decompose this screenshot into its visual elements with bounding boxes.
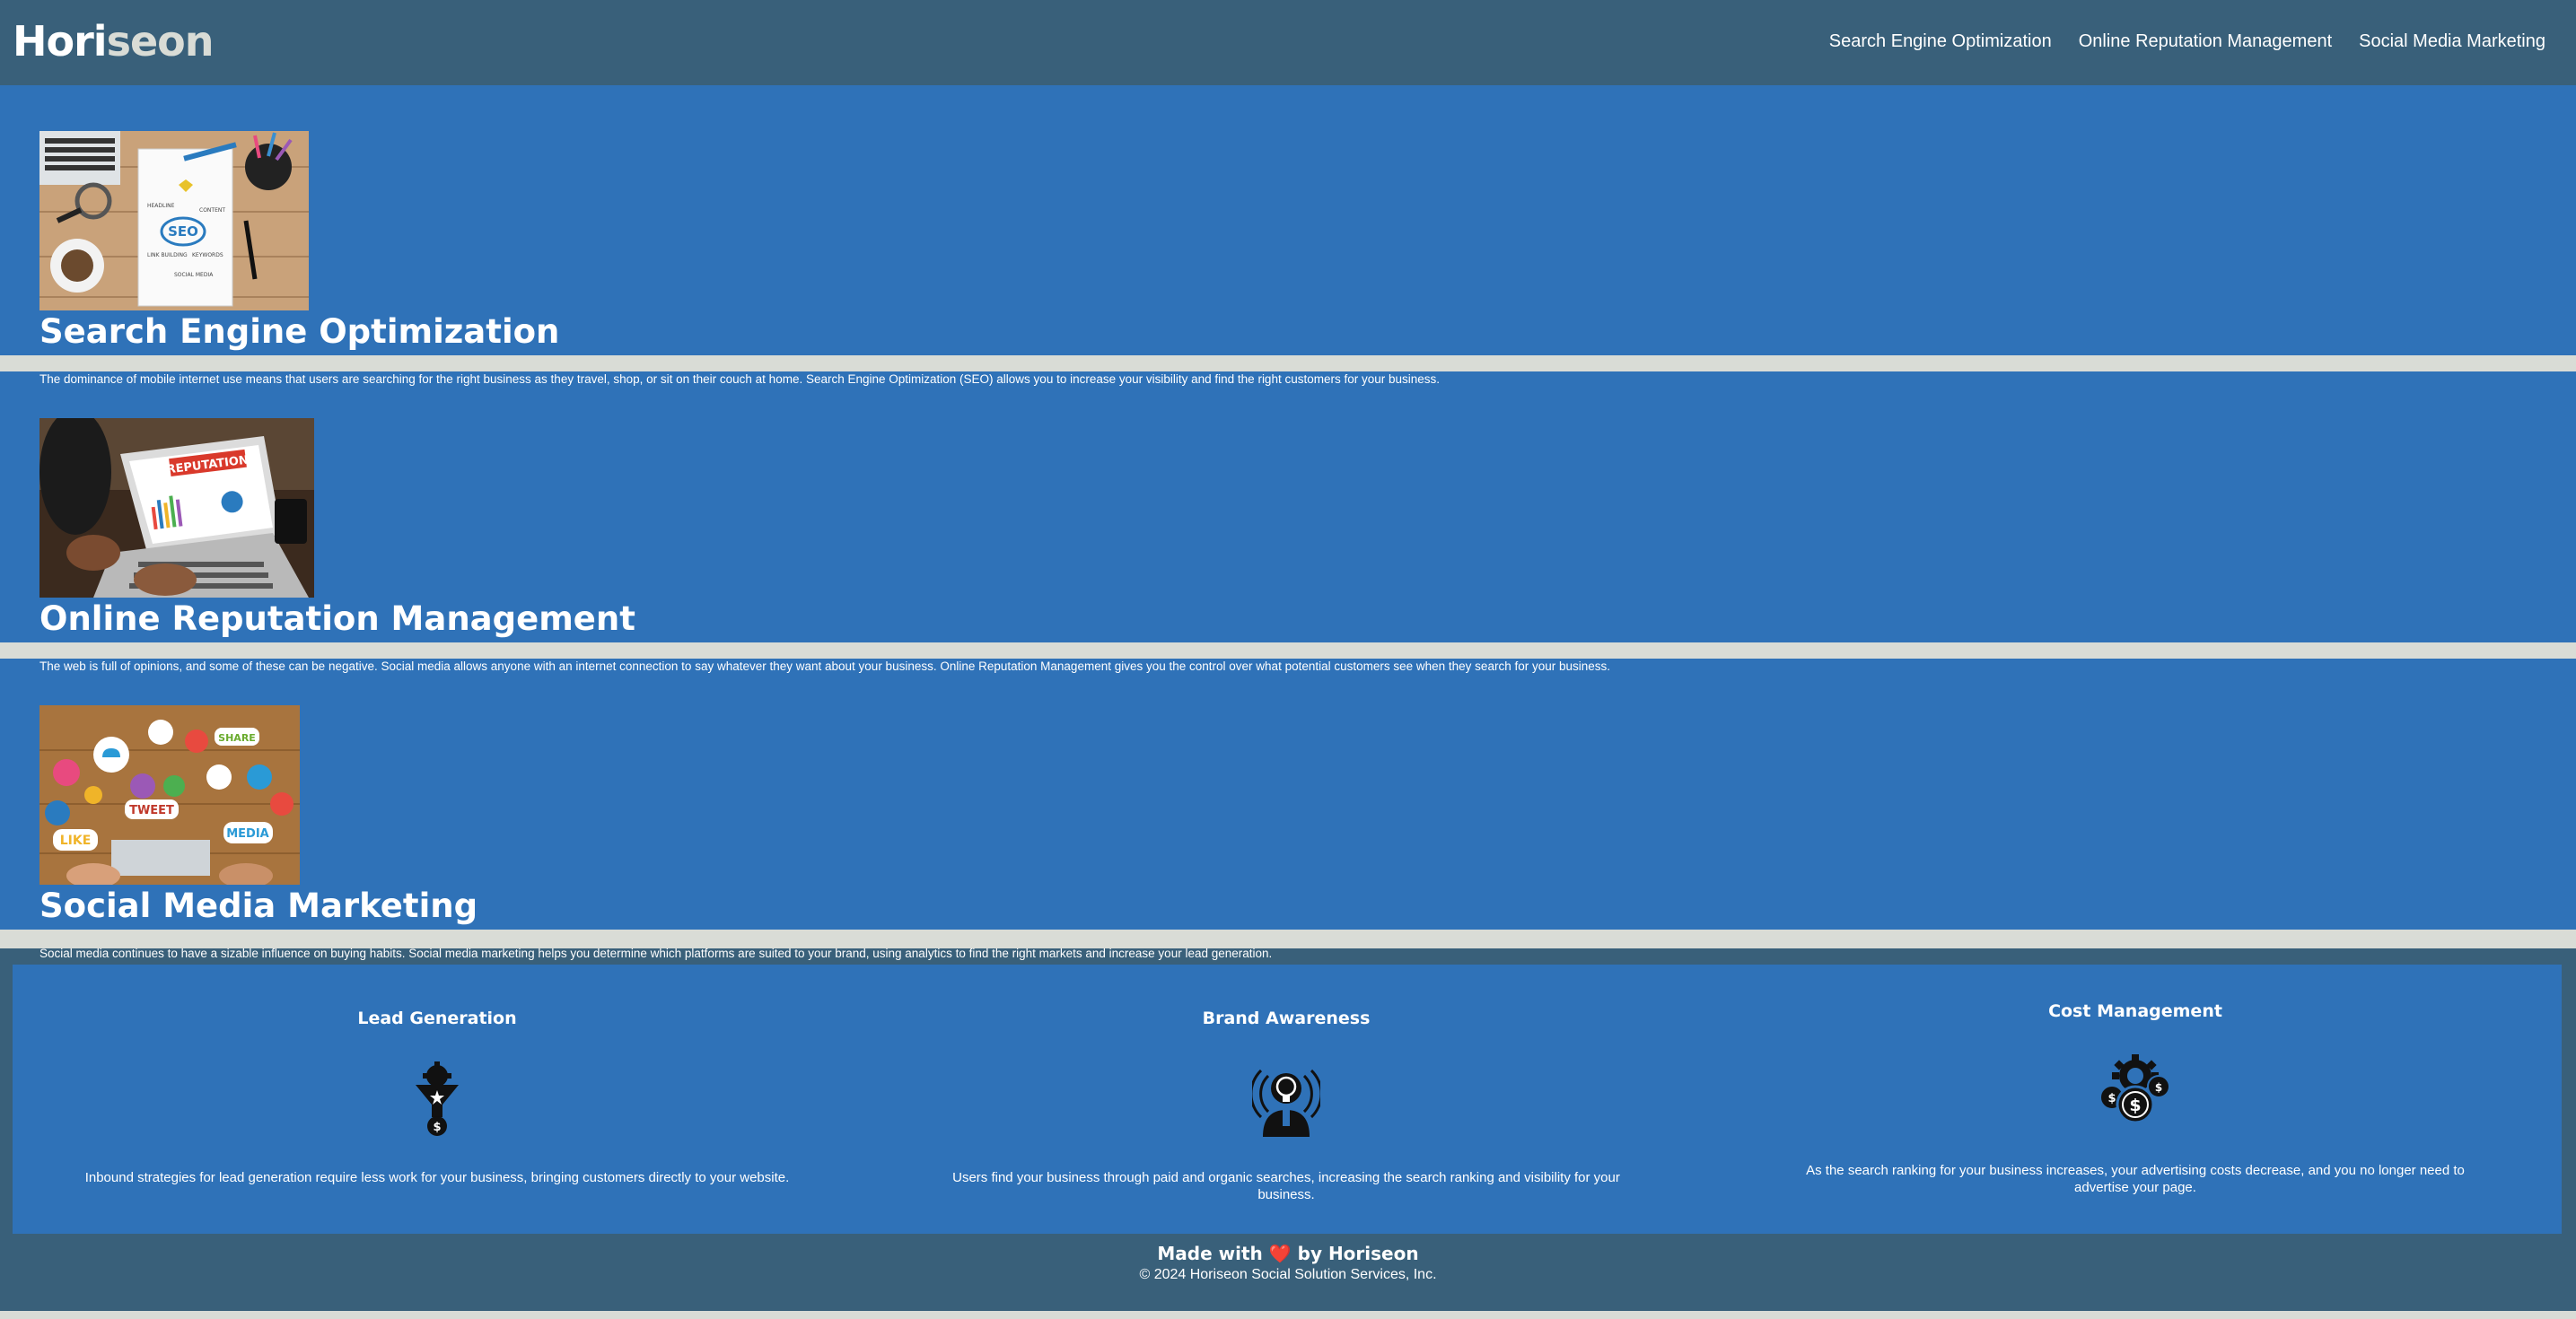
benefit-text: Inbound strategies for lead generation r… xyxy=(84,1170,790,1185)
benefit-lead-generation: Lead Generation $ Inbound strategies for… xyxy=(13,965,862,1234)
seo-image: SEO HEADLINE CONTENT LINK BUILDING KEYWORDS… xyxy=(39,131,309,310)
svg-text:HEADLINE: HEADLINE xyxy=(147,203,175,209)
reputation-image: REPUTATION xyxy=(39,418,314,598)
benefit-text: Users find your business through paid an… xyxy=(952,1170,1620,1202)
svg-text:TWEET: TWEET xyxy=(129,804,174,817)
service-text-seo: The dominance of mobile internet use mea… xyxy=(39,372,1441,386)
gear-coins-icon: $ $ $ xyxy=(2099,1054,2170,1124)
svg-text:$: $ xyxy=(2155,1081,2162,1094)
social-media-image: SHARE TWEET LIKE MEDIA xyxy=(39,705,300,885)
benefit-brand-awareness: Brand Awareness Users find your business… xyxy=(862,965,1711,1234)
site-footer: Made with ❤️ by Horiseon © 2024 Horiseon… xyxy=(0,1242,2576,1285)
svg-text:$: $ xyxy=(2107,1092,2116,1105)
funnel-gear-dollar-icon: $ xyxy=(416,1061,459,1136)
svg-text:SOCIAL MEDIA: SOCIAL MEDIA xyxy=(174,272,214,278)
service-title-social-media: Social Media Marketing xyxy=(39,887,478,925)
nav-link-reputation[interactable]: Online Reputation Management xyxy=(2079,27,2332,56)
section-divider xyxy=(0,642,2576,659)
logo-accent: seon xyxy=(106,17,215,66)
svg-text:LINK BUILDING: LINK BUILDING xyxy=(147,252,188,258)
section-divider xyxy=(0,355,2576,371)
benefit-title: Lead Generation xyxy=(357,1009,517,1028)
svg-text:SHARE: SHARE xyxy=(218,732,256,744)
footer-copyright: © 2024 Horiseon Social Solution Services… xyxy=(1139,1267,1437,1282)
page-bottom-strip xyxy=(0,1312,2576,1319)
site-header: Horiseon Search Engine Optimization Onli… xyxy=(0,0,2576,85)
site-logo[interactable]: Horiseon xyxy=(13,16,214,66)
benefits-panel: Lead Generation $ Inbound strategies for… xyxy=(13,965,2562,1234)
service-text-reputation: The web is full of opinions, and some of… xyxy=(39,660,1611,673)
benefit-text: As the search ranking for your business … xyxy=(1806,1163,2465,1195)
benefit-cost-management: Cost Management $ $ $ As the search rankin… xyxy=(1711,965,2560,1234)
heart-icon: ❤️ xyxy=(1268,1243,1292,1264)
svg-text:$: $ xyxy=(2129,1096,2141,1115)
lightbulb-head-icon xyxy=(1252,1069,1320,1137)
footer-made-suffix: by Horiseon xyxy=(1297,1243,1419,1264)
service-seo-section: SEO HEADLINE CONTENT LINK BUILDING KEYWORDS… xyxy=(0,85,2576,355)
svg-text:SEO: SEO xyxy=(168,223,198,240)
svg-text:$: $ xyxy=(433,1121,441,1134)
svg-text:LIKE: LIKE xyxy=(60,834,92,848)
service-reputation-section: REPUTATION Online Reputation Management xyxy=(0,388,2576,642)
footer-made-prefix: Made with xyxy=(1157,1243,1263,1264)
nav-link-social-media[interactable]: Social Media Marketing xyxy=(2359,27,2545,56)
svg-text:KEYWORDS: KEYWORDS xyxy=(192,252,223,258)
footer-made-with: Made with ❤️ by Horiseon xyxy=(0,1242,2576,1265)
svg-text:MEDIA: MEDIA xyxy=(226,827,269,841)
benefit-title: Brand Awareness xyxy=(1202,1009,1371,1028)
benefit-title: Cost Management xyxy=(2048,1001,2222,1021)
service-social-section: SHARE TWEET LIKE MEDIA Social Media Mark… xyxy=(0,675,2576,930)
nav-link-seo[interactable]: Search Engine Optimization xyxy=(1829,27,2052,56)
section-divider xyxy=(0,930,2576,946)
svg-text:CONTENT: CONTENT xyxy=(199,207,225,214)
service-title-seo: Search Engine Optimization xyxy=(39,312,560,351)
service-text-social-media: Social media continues to have a sizable… xyxy=(39,947,1273,960)
logo-main: Hori xyxy=(13,17,108,66)
service-title-reputation: Online Reputation Management xyxy=(39,599,635,638)
main-nav: Search Engine Optimization Online Reputa… xyxy=(1829,27,2545,56)
